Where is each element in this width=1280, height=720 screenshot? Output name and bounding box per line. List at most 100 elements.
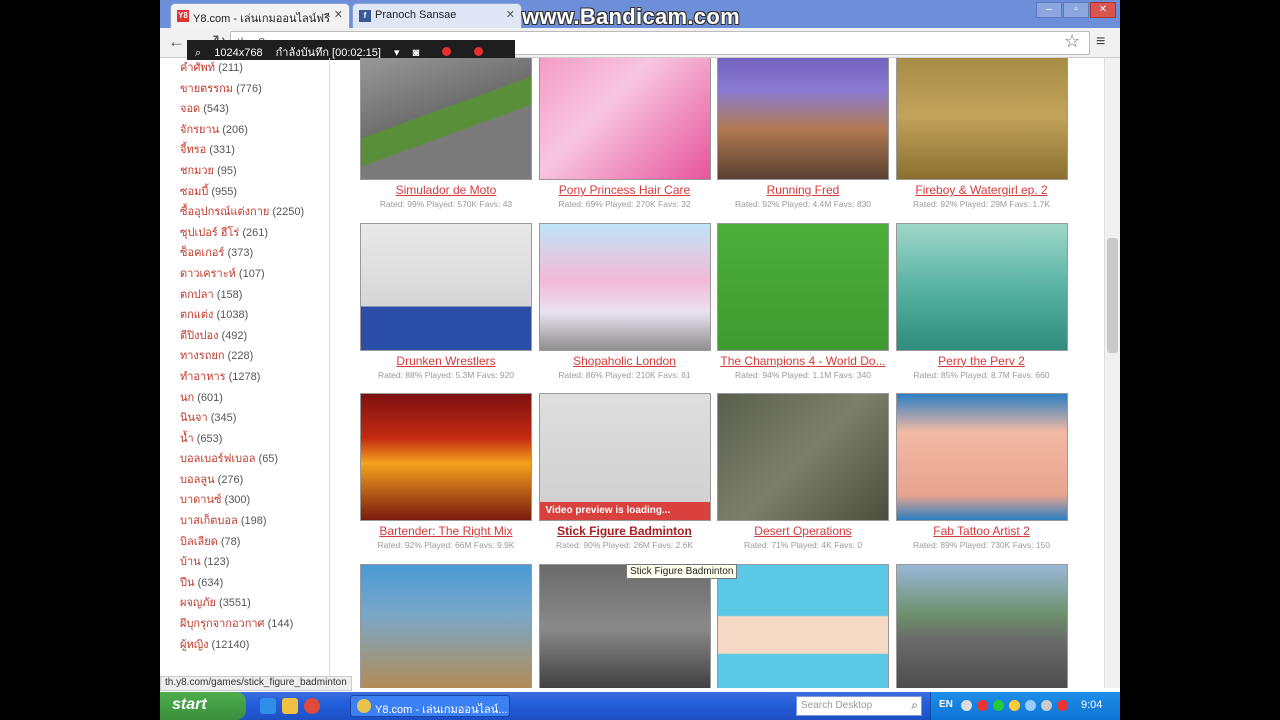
sidebar-category[interactable]: จี้ทรอ (331): [180, 140, 330, 161]
language-indicator[interactable]: EN: [939, 699, 953, 710]
category-name[interactable]: นก: [180, 392, 194, 404]
category-name[interactable]: จอด: [180, 103, 200, 115]
sidebar-category[interactable]: ซ็อคเกอร์ (373): [180, 243, 330, 264]
tray-record-icon[interactable]: [977, 700, 988, 711]
sidebar-category[interactable]: คำศัพท์ (211): [180, 58, 330, 79]
game-card[interactable]: Running Fred Rated: 92% Played: 4.4M Favs…: [717, 58, 889, 209]
game-thumbnail[interactable]: [895, 222, 1068, 351]
category-name[interactable]: นินจา: [180, 412, 208, 424]
game-thumbnail[interactable]: [360, 563, 532, 688]
game-thumbnail[interactable]: [538, 563, 711, 688]
category-name[interactable]: ผจญภัย: [180, 597, 216, 609]
category-name[interactable]: บาสเก็ตบอล: [180, 515, 238, 527]
bookmark-star-icon[interactable]: ☆: [1064, 31, 1080, 52]
game-title-link[interactable]: Stick Figure Badminton: [539, 524, 711, 538]
game-thumbnail[interactable]: [895, 563, 1068, 688]
tray-network-icon[interactable]: [993, 700, 1004, 711]
category-name[interactable]: ซื้ออุปกรณ์แต่งกาย: [180, 206, 269, 218]
category-name[interactable]: บอลเบอร์ฟเบอล: [180, 453, 255, 465]
category-name[interactable]: ตกปลา: [180, 289, 214, 301]
ie-icon[interactable]: [260, 698, 276, 714]
sidebar-category[interactable]: ผจญภัย (3551): [180, 593, 330, 614]
close-tab-icon[interactable]: ✕: [506, 8, 515, 21]
game-card[interactable]: Video preview is loading... Stick Figure …: [538, 393, 711, 550]
tray-security-icon[interactable]: [1009, 700, 1020, 711]
taskbar-item-chrome[interactable]: Y8.com - เล่นเกมออนไลน์...: [350, 695, 510, 717]
sidebar-category[interactable]: น้ำ (653): [180, 429, 330, 450]
maximize-button[interactable]: ▫: [1063, 2, 1089, 18]
game-title-link[interactable]: Perry the Perv 2: [896, 354, 1068, 368]
game-title-link[interactable]: The Champions 4 - World Do...: [717, 354, 889, 368]
game-card[interactable]: Perry the Perv 2 Rated: 85% Played: 8.7M …: [895, 222, 1068, 380]
search-icon[interactable]: ⌕: [911, 698, 918, 713]
category-name[interactable]: บ้าน: [180, 556, 201, 568]
game-thumbnail[interactable]: [538, 222, 711, 351]
category-name[interactable]: คำศัพท์: [180, 62, 215, 74]
game-title-link[interactable]: Pony Princess Hair Care: [539, 183, 711, 197]
game-card[interactable]: School Bus Parking 3D: [895, 563, 1068, 688]
sidebar-category[interactable]: ตกปลา (158): [180, 285, 330, 306]
folder-icon[interactable]: [282, 698, 298, 714]
game-thumbnail[interactable]: Video preview is loading...: [538, 393, 711, 521]
sidebar-category[interactable]: จักรยาน (206): [180, 120, 330, 141]
sidebar-category[interactable]: ปืน (634): [180, 573, 330, 594]
game-title-link[interactable]: Desert Operations: [717, 524, 889, 538]
sidebar-category[interactable]: บาดานซ์ (300): [180, 490, 330, 511]
category-name[interactable]: บิลเลียด: [180, 536, 218, 548]
game-thumbnail[interactable]: [895, 393, 1068, 521]
category-name[interactable]: ตีปิงปอง: [180, 330, 218, 342]
game-card[interactable]: Desert Operations Rated: 71% Played: 4K F…: [717, 393, 889, 550]
category-name[interactable]: จักรยาน: [180, 124, 219, 136]
sidebar-category[interactable]: บาสเก็ตบอล (198): [180, 511, 330, 532]
game-card[interactable]: CS Portable (Counterstrike): [538, 563, 711, 688]
category-name[interactable]: ขายตรรกม: [180, 83, 233, 95]
category-name[interactable]: บอลลูน: [180, 474, 215, 486]
sidebar-category[interactable]: ตีปิงปอง (492): [180, 326, 330, 347]
category-name[interactable]: ซุปเปอร์ ฮีโร่: [180, 227, 239, 239]
sidebar-category[interactable]: บิลเลียด (78): [180, 532, 330, 553]
scrollbar-thumb[interactable]: [1107, 238, 1118, 353]
game-card[interactable]: Drunken Wrestlers Rated: 88% Played: 5.3M…: [360, 222, 532, 380]
game-title-link[interactable]: Fab Tattoo Artist 2: [896, 524, 1068, 538]
category-name[interactable]: ผู้หญิง: [180, 639, 208, 651]
sidebar-category[interactable]: ขายตรรกม (776): [180, 79, 330, 100]
game-card[interactable]: Fireboy & Watergirl ep. 2 Rated: 92% Play…: [895, 58, 1068, 209]
sidebar-category[interactable]: จอด (543): [180, 99, 330, 120]
sidebar-category[interactable]: ซื้ออุปกรณ์แต่งกาย (2250): [180, 202, 330, 223]
tab-y8[interactable]: Y8 Y8.com - เล่นเกมออนไลน์ฟรี ✕: [170, 3, 350, 28]
sidebar-category[interactable]: บอลลูน (276): [180, 470, 330, 491]
sidebar-category[interactable]: ทำอาหาร (1278): [180, 367, 330, 388]
game-thumbnail[interactable]: [717, 393, 889, 521]
category-name[interactable]: ทางรถยก: [180, 350, 224, 362]
desktop-search-input[interactable]: Search Desktop ⌕: [796, 696, 922, 716]
tray-app-icon[interactable]: [1057, 700, 1068, 711]
sidebar-category[interactable]: ทางรถยก (228): [180, 346, 330, 367]
game-card[interactable]: Simulador de Moto Rated: 99% Played: 570K…: [360, 58, 532, 209]
category-name[interactable]: ซอมบี้: [180, 186, 208, 198]
category-name[interactable]: ปืน: [180, 577, 195, 589]
sidebar-category[interactable]: ดาวเคราะห์ (107): [180, 264, 330, 285]
category-name[interactable]: บาดานซ์: [180, 494, 221, 506]
minimize-button[interactable]: –: [1036, 2, 1062, 18]
game-card[interactable]: Operate Now: Brain Surgery: [717, 563, 889, 688]
sidebar-category[interactable]: ซุปเปอร์ ฮีโร่ (261): [180, 223, 330, 244]
category-name[interactable]: ทำอาหาร: [180, 371, 226, 383]
game-card[interactable]: Pony Princess Hair Care Rated: 69% Played…: [538, 58, 711, 209]
sidebar-category[interactable]: บอลเบอร์ฟเบอล (65): [180, 449, 330, 470]
game-title-link[interactable]: Bartender: The Right Mix: [360, 524, 532, 538]
game-card[interactable]: Fab Tattoo Artist 2 Rated: 89% Played: 73…: [895, 393, 1068, 550]
category-name[interactable]: น้ำ: [180, 433, 194, 445]
sidebar-category[interactable]: บ้าน (123): [180, 552, 330, 573]
game-thumbnail[interactable]: [360, 58, 532, 180]
game-thumbnail[interactable]: [538, 58, 711, 180]
game-thumbnail[interactable]: [360, 393, 532, 521]
close-button[interactable]: ✕: [1090, 2, 1116, 18]
record-icon[interactable]: [442, 47, 452, 56]
game-thumbnail[interactable]: [717, 58, 889, 180]
sidebar-category[interactable]: ผีบุกรุกจากอวกาศ (144): [180, 614, 330, 635]
stop-icon[interactable]: [474, 47, 484, 56]
game-title-link[interactable]: Shopaholic London: [539, 354, 711, 368]
category-name[interactable]: ดาวเคราะห์: [180, 268, 236, 280]
back-button[interactable]: ←: [168, 32, 185, 52]
sidebar-category[interactable]: ชกมวย (95): [180, 161, 330, 182]
